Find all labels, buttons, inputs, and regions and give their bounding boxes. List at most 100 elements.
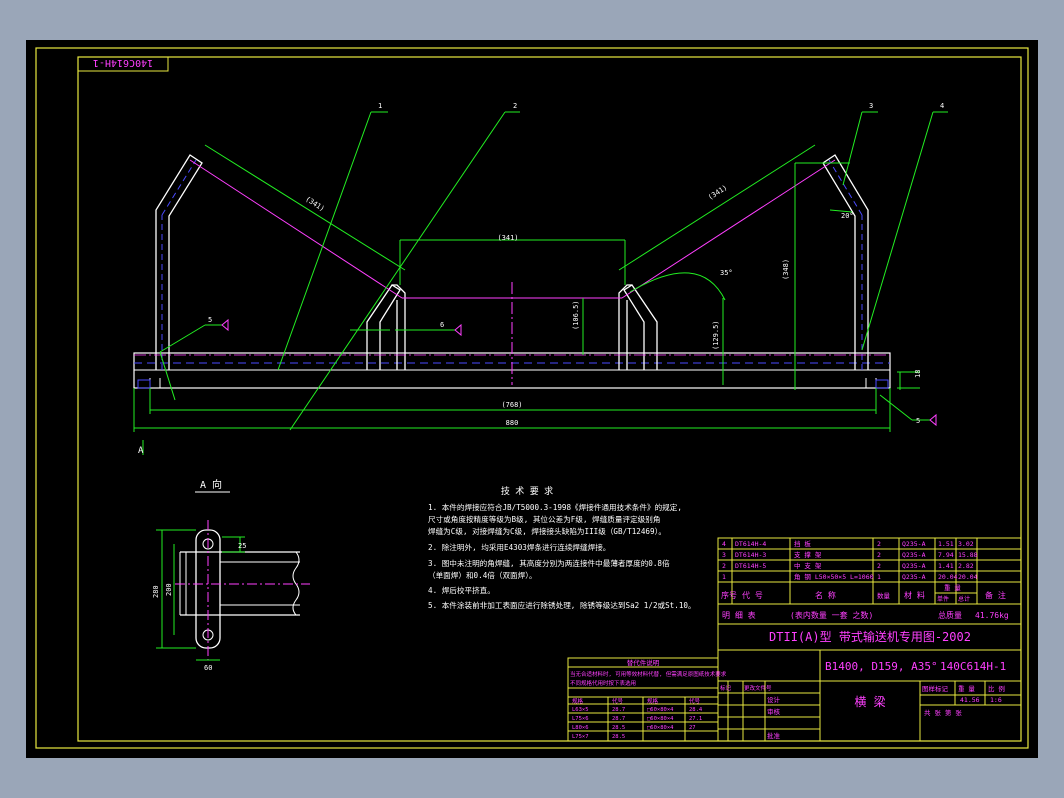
dim-overall-span: 880 — [506, 419, 519, 427]
parts-footer-mid: (表内数量 一套 之数) — [790, 610, 873, 620]
parts-row-name: 中 支 架 — [794, 561, 822, 570]
dim-thickness: 18 — [914, 370, 922, 378]
tech-note-line: 1. 本件的焊接应符合JB/T5000.3-1998《焊接件通用技术条件》的规定… — [428, 502, 682, 512]
title-part-name: 横 梁 — [854, 694, 885, 709]
title-role-approve: 批准 — [767, 731, 781, 740]
leader-label-4: 4 — [940, 102, 944, 110]
substitute-cell: 28.7 — [612, 716, 625, 722]
substitute-cell: □60×80×4 — [647, 716, 674, 722]
substitute-header: 规格 — [647, 697, 659, 705]
parts-row-unit: 1.51 — [938, 540, 954, 548]
dim-height-mid: (106.5) — [572, 300, 580, 330]
parts-row-unit: 20.04 — [938, 573, 958, 581]
substitute-cell: 27 — [689, 725, 696, 731]
parts-footer-weight-label: 总质量 — [938, 610, 962, 620]
view-a-dim-w: 60 — [204, 664, 212, 672]
parts-row-no: 2 — [722, 562, 726, 570]
parts-total-weight: 41.76kg — [975, 611, 1009, 620]
parts-header-code: 代 号 — [742, 590, 763, 600]
parts-row-no: 1 — [722, 573, 726, 581]
title-role-design: 设计 — [767, 695, 781, 704]
parts-row-qty: 2 — [877, 562, 881, 570]
parts-header-remark: 备 注 — [985, 590, 1006, 600]
title-scale-value: 1:6 — [990, 696, 1002, 704]
leader-label-3: 3 — [869, 102, 873, 110]
tech-note-line: 2. 除注明外, 均采用E4303焊条进行连续焊缝焊接。 — [428, 542, 610, 552]
parts-row-total: 20.04 — [958, 573, 978, 581]
parts-row-unit: 1.41 — [938, 562, 954, 570]
cad-window: 140C614H-1 (341) (341) (341) (348) (106.… — [26, 40, 1038, 758]
weld-label-1: 5 — [208, 316, 212, 324]
tech-notes-title: 技 术 要 求 — [501, 485, 553, 497]
substitute-header: 代号 — [612, 697, 624, 705]
title-role-check: 审核 — [767, 707, 781, 716]
dim-bracket-height: (129.5) — [712, 320, 720, 350]
parts-header-weight: 重 量 — [944, 584, 961, 592]
tech-note-line: 焊缝为C级, 对接焊缝为C级, 焊接接头缺陷为III级（GB/T12469）。 — [428, 526, 666, 536]
parts-row-mat: Q235-A — [902, 573, 926, 581]
parts-header-no: 序号 — [721, 590, 737, 600]
substitute-cell: L80×6 — [572, 725, 589, 731]
substitute-cell: 28.7 — [612, 707, 625, 713]
parts-row-code: DT614H-3 — [735, 551, 766, 559]
tech-note-line: 4. 焊后校平挤直。 — [428, 585, 495, 595]
dim-angle-main: 35° — [720, 269, 733, 277]
parts-row-qty: 2 — [877, 551, 881, 559]
parts-row-code: DT614H-4 — [735, 540, 766, 548]
substitute-cell: 28.5 — [612, 725, 625, 731]
parts-row-name: 角 钢 L50×50×5 L=1060 — [794, 572, 874, 581]
code-box-text: 140C614H-1 — [93, 57, 153, 68]
substitute-cell: □60×80×4 — [647, 707, 674, 713]
substitute-header: 规格 — [572, 697, 584, 705]
dim-inner-span: (768) — [501, 401, 522, 409]
parts-row-name: 支 撑 架 — [794, 550, 822, 559]
section-arrow-label: A — [138, 446, 144, 456]
tech-note-line: 3. 图中未注明的角焊缝, 其高度分别为两连接件中最薄者厚度的0.8倍 — [428, 558, 670, 568]
tech-note-line: （单面焊）和0.4倍（双面焊）。 — [428, 570, 537, 580]
substitute-cell: 28.4 — [689, 707, 703, 713]
title-stage-label: 图样标记 — [922, 684, 949, 693]
parts-row-unit: 7.94 — [938, 551, 954, 559]
title-main: DTII(A)型 带式输送机专用图-2002 — [769, 629, 971, 644]
title-drawing-number: 140C614H-1 — [940, 660, 1006, 673]
parts-row-mat: Q235-A — [902, 540, 926, 548]
parts-row-mat: Q235-A — [902, 551, 926, 559]
weld-label-2: 6 — [440, 321, 444, 329]
title-weight-label: 重 量 — [958, 685, 975, 693]
substitute-cell: 27.1 — [689, 716, 702, 722]
parts-header-mat: 材 料 — [904, 590, 925, 600]
substitute-cell: L75×6 — [572, 716, 589, 722]
title-rev-labels: 标记 — [720, 684, 732, 692]
substitute-cell: 28.5 — [612, 734, 625, 740]
substitute-header: 代号 — [689, 697, 701, 705]
title-sheet-info: 共 张 第 张 — [924, 708, 962, 717]
parts-row-name: 挡 板 — [794, 539, 811, 548]
view-a-title: A 向 — [200, 478, 222, 491]
parts-header-qty: 数量 — [877, 591, 891, 600]
title-rev-labels: 更改文件号 — [744, 684, 772, 692]
parts-row-total: 3.02 — [958, 540, 974, 548]
substitute-cell: □60×80×4 — [647, 725, 674, 731]
title-weight-value: 41.56 — [960, 696, 980, 704]
parts-row-total: 15.88 — [958, 551, 978, 559]
parts-row-mat: Q235-A — [902, 562, 926, 570]
tech-note-line: 5. 本件涂装前非加工表面应进行除锈处理, 除锈等级达到Sa2 1/2或St.1… — [428, 600, 696, 610]
substitute-note: 不同规格代用时按下表选用 — [570, 679, 636, 687]
substitute-cell: L75×7 — [572, 734, 589, 740]
leader-label-2: 2 — [513, 102, 517, 110]
dim-angle-small: 20° — [841, 212, 854, 220]
substitute-cell: L63×5 — [572, 707, 589, 713]
title-spec: B1400, D159, A35° — [825, 660, 938, 673]
parts-header-unit: 单件 — [937, 595, 949, 603]
view-a-dim-h2: 200 — [165, 583, 173, 596]
substitute-note: 当无合适材料时, 可用等效材料代替, 但需满足原图纸技术要求 — [570, 670, 727, 678]
parts-row-qty: 2 — [877, 540, 881, 548]
substitute-title: 替代件说明 — [627, 658, 660, 667]
leader-label-1: 1 — [378, 102, 382, 110]
weld-label-3: 5 — [916, 417, 920, 425]
parts-row-no: 3 — [722, 551, 726, 559]
parts-row-total: 2.82 — [958, 562, 974, 570]
view-a-dim-t: 25 — [238, 542, 246, 550]
parts-row-qty: 1 — [877, 573, 881, 581]
tech-note-line: 尺寸或角度按精度等级为B级, 其位公差为F级, 焊缝质量评定级别角 — [428, 514, 660, 524]
